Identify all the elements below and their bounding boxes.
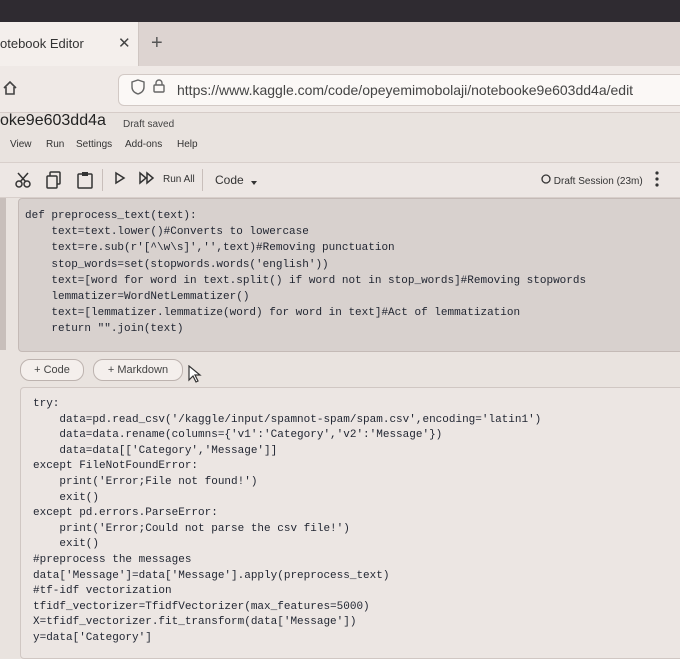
code-line: exit() (33, 538, 100, 551)
toolbar-divider (102, 169, 103, 191)
cell-type-select[interactable]: Code (215, 173, 244, 187)
code-cell-preprocess[interactable]: def preprocess_text(text): text=text.low… (18, 198, 680, 352)
notebook-title[interactable]: oke9e603dd4a (0, 112, 106, 130)
run-all-button[interactable]: Run All (163, 174, 195, 185)
code-line: data=data.rename(columns={'v1':'Category… (33, 429, 443, 442)
session-circle-icon (541, 174, 551, 184)
code-line: y=data['Category'] (33, 632, 152, 644)
copy-icon[interactable] (46, 171, 62, 193)
browser-nav-bar: https://www.kaggle.com/code/opeyemimobol… (0, 66, 680, 113)
toolbar-divider (202, 169, 203, 191)
url-text[interactable]: https://www.kaggle.com/code/opeyemimobol… (177, 82, 633, 98)
new-tab-icon[interactable]: + (151, 32, 163, 55)
draft-status: Draft saved (123, 119, 175, 130)
menu-view[interactable]: View (10, 139, 32, 150)
add-markdown-button[interactable]: + Markdown (93, 359, 183, 381)
code-line: text=re.sub(r'[^\w\s]','',text)#Removing… (25, 242, 395, 255)
menu-settings[interactable]: Settings (76, 139, 112, 150)
code-line: text=[word for word in text.split() if w… (25, 274, 587, 287)
shield-icon[interactable] (131, 79, 145, 100)
code-line: tfidf_vectorizer=TfidfVectorizer(max_fea… (33, 600, 370, 613)
code-line: return "".join(text) (25, 323, 184, 336)
os-top-bar (0, 0, 680, 22)
menu-bar: View Run Settings Add-ons Help (0, 136, 680, 158)
draft-session-status[interactable]: Draft Session (23m) (541, 174, 643, 187)
browser-tab[interactable]: otebook Editor ✕ (0, 22, 139, 66)
menu-run[interactable]: Run (46, 139, 64, 150)
code-line: print('Error;File not found!') (33, 476, 258, 488)
code-line: try: (33, 398, 60, 410)
code-line: data['Message']=data['Message'].apply(pr… (33, 569, 390, 582)
code-line: except FileNotFoundError: (33, 460, 199, 473)
code-line: data=data[['Category','Message']] (33, 444, 278, 457)
tab-title: otebook Editor (0, 36, 84, 51)
cut-icon[interactable] (14, 171, 32, 193)
close-tab-icon[interactable]: ✕ (118, 34, 131, 52)
chevron-down-icon[interactable] (250, 174, 258, 191)
cell-selection-bar (0, 198, 6, 350)
home-icon[interactable] (2, 80, 18, 101)
code-line: text=text.lower()#Converts to lowercase (25, 226, 309, 239)
address-bar[interactable]: https://www.kaggle.com/code/opeyemimobol… (118, 74, 680, 106)
run-all-icon[interactable] (138, 171, 156, 189)
code-line: lemmatizer=WordNetLemmatizer() (25, 291, 250, 303)
notebook-title-bar: oke9e603dd4a Draft saved (0, 112, 680, 136)
menu-add-ons[interactable]: Add-ons (125, 139, 162, 150)
code-line: except pd.errors.ParseError: (33, 507, 218, 520)
code-line: #preprocess the messages (33, 554, 192, 566)
add-code-button[interactable]: + Code (20, 359, 84, 381)
mouse-cursor-icon (188, 364, 202, 388)
code-line: exit() (33, 491, 100, 504)
more-options-icon[interactable] (654, 169, 660, 193)
code-line: #tf-idf vectorization (33, 585, 172, 598)
code-line: def preprocess_text(text): (25, 210, 197, 222)
session-label: Draft Session (23m) (553, 176, 643, 187)
paste-icon[interactable] (77, 171, 93, 193)
code-line: data=pd.read_csv('/kaggle/input/spamnot-… (33, 413, 542, 426)
code-line: text=[lemmatizer.lemmatize(word) for wor… (25, 307, 521, 320)
menu-help[interactable]: Help (177, 139, 198, 150)
code-line: print('Error;Could not parse the csv fil… (33, 522, 350, 535)
lock-icon[interactable] (153, 79, 165, 96)
code-cell-load-data[interactable]: try: data=pd.read_csv('/kaggle/input/spa… (20, 387, 680, 659)
notebook-toolbar: Run All Code Draft Session (23m) (0, 162, 680, 198)
code-line: stop_words=set(stopwords.words('english'… (25, 258, 329, 271)
code-line: X=tfidf_vectorizer.fit_transform(data['M… (33, 616, 357, 629)
run-cell-icon[interactable] (114, 171, 126, 189)
